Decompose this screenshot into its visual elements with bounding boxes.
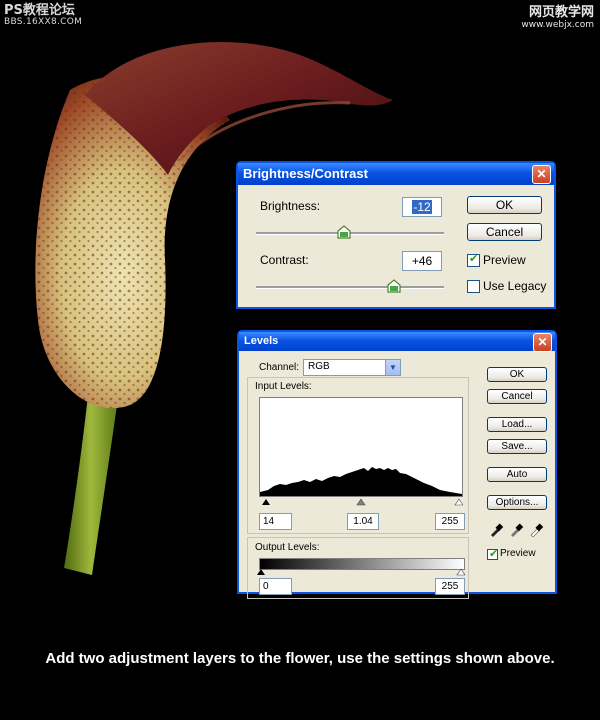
chevron-down-icon[interactable]: ▼ — [385, 360, 400, 375]
white-eyedropper-icon[interactable] — [530, 523, 544, 537]
brightness-value: -12 — [412, 200, 432, 214]
load-button[interactable]: Load... — [487, 417, 547, 432]
channel-label: Channel: — [259, 362, 300, 373]
channel-select[interactable]: RGB ▼ — [303, 359, 401, 376]
channel-value: RGB — [308, 361, 330, 372]
contrast-input[interactable]: +46 — [402, 251, 442, 271]
brightness-slider-thumb[interactable] — [337, 225, 351, 239]
eyedropper-group — [491, 523, 544, 537]
auto-button[interactable]: Auto — [487, 467, 547, 482]
contrast-slider-thumb[interactable] — [387, 279, 401, 293]
cancel-button[interactable]: Cancel — [487, 389, 547, 404]
input-black-field[interactable]: 14 — [259, 513, 292, 530]
tutorial-caption: Add two adjustment layers to the flower,… — [45, 650, 555, 667]
preview-label: Preview — [500, 548, 536, 559]
preview-checkbox[interactable] — [467, 252, 480, 267]
cancel-button[interactable]: Cancel — [467, 223, 542, 241]
close-icon[interactable]: ✕ — [532, 165, 551, 184]
output-slider[interactable] — [257, 568, 467, 577]
brightness-contrast-dialog: Brightness/Contrast ✕ Brightness: -12 Co… — [236, 161, 556, 309]
black-point-thumb — [262, 499, 270, 505]
output-levels-label: Output Levels: — [255, 542, 320, 553]
close-icon[interactable]: ✕ — [533, 333, 552, 352]
input-gamma-field[interactable]: 1.04 — [347, 513, 379, 530]
save-button[interactable]: Save... — [487, 439, 547, 454]
ok-button[interactable]: OK — [467, 196, 542, 214]
white-point-thumb — [454, 498, 463, 506]
input-slider[interactable] — [259, 497, 463, 507]
preview-label: Preview — [483, 253, 526, 267]
input-white-field[interactable]: 255 — [435, 513, 465, 530]
brightness-label: Brightness: — [260, 199, 321, 213]
histogram-graph — [260, 467, 462, 496]
black-eyedropper-icon[interactable] — [491, 523, 504, 537]
input-levels-label: Input Levels: — [255, 381, 312, 392]
gray-eyedropper-icon[interactable] — [511, 523, 524, 537]
output-white-thumb — [456, 568, 466, 576]
dialog-title: Levels — [244, 335, 279, 347]
histogram — [259, 397, 463, 497]
contrast-label: Contrast: — [260, 253, 309, 267]
use-legacy-checkbox[interactable] — [467, 280, 480, 293]
dialog-titlebar[interactable]: Levels ✕ — [239, 332, 555, 352]
options-button[interactable]: Options... — [487, 495, 547, 510]
preview-checkbox[interactable] — [487, 547, 498, 560]
ok-button[interactable]: OK — [487, 367, 547, 382]
brightness-input[interactable]: -12 — [402, 197, 442, 217]
output-black-field[interactable]: 0 — [259, 578, 292, 595]
dialog-titlebar[interactable]: Brightness/Contrast ✕ — [238, 163, 554, 185]
contrast-slider-track[interactable] — [256, 286, 444, 289]
gamma-thumb — [356, 498, 366, 506]
use-legacy-label: Use Legacy — [483, 279, 547, 293]
output-black-thumb — [257, 569, 265, 575]
output-white-field[interactable]: 255 — [435, 578, 465, 595]
dialog-title: Brightness/Contrast — [243, 166, 368, 181]
levels-dialog: Levels ✕ Channel: RGB ▼ Input Levels: 14… — [237, 330, 557, 599]
